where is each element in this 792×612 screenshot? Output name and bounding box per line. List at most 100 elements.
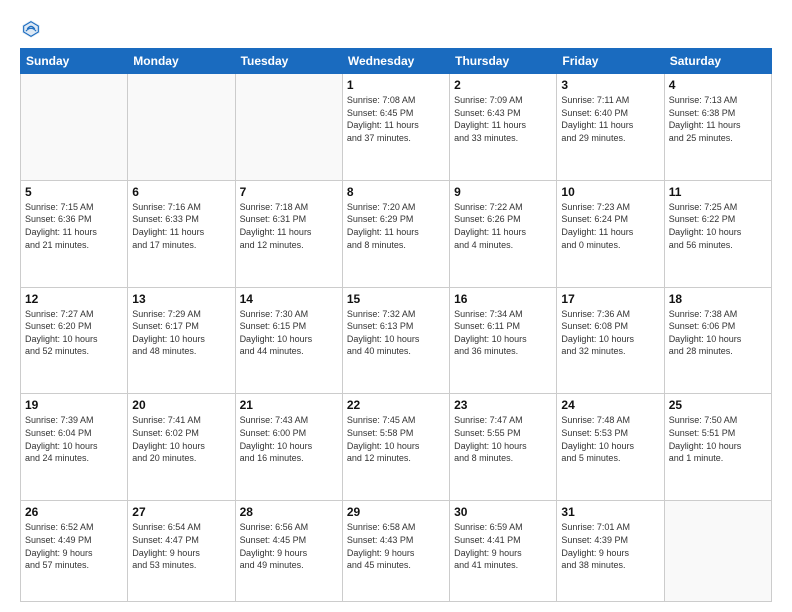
- day-number: 29: [347, 505, 445, 519]
- calendar-cell: 21 Sunrise: 7:43 AM Sunset: 6:00 PM Dayli…: [235, 394, 342, 501]
- calendar-cell: [235, 74, 342, 181]
- day-number: 1: [347, 78, 445, 92]
- day-info: Sunrise: 6:59 AM Sunset: 4:41 PM Dayligh…: [454, 521, 552, 571]
- calendar-cell: 18 Sunrise: 7:38 AM Sunset: 6:06 PM Dayli…: [664, 287, 771, 394]
- day-info: Sunrise: 7:47 AM Sunset: 5:55 PM Dayligh…: [454, 414, 552, 464]
- calendar-cell: [21, 74, 128, 181]
- calendar-table: SundayMondayTuesdayWednesdayThursdayFrid…: [20, 48, 772, 602]
- day-number: 10: [561, 185, 659, 199]
- day-number: 14: [240, 292, 338, 306]
- day-info: Sunrise: 7:43 AM Sunset: 6:00 PM Dayligh…: [240, 414, 338, 464]
- calendar-cell: 14 Sunrise: 7:30 AM Sunset: 6:15 PM Dayli…: [235, 287, 342, 394]
- day-info: Sunrise: 7:09 AM Sunset: 6:43 PM Dayligh…: [454, 94, 552, 144]
- weekday-header-row: SundayMondayTuesdayWednesdayThursdayFrid…: [21, 49, 772, 74]
- day-info: Sunrise: 7:16 AM Sunset: 6:33 PM Dayligh…: [132, 201, 230, 251]
- calendar-cell: 26 Sunrise: 6:52 AM Sunset: 4:49 PM Dayli…: [21, 501, 128, 602]
- calendar-cell: 31 Sunrise: 7:01 AM Sunset: 4:39 PM Dayli…: [557, 501, 664, 602]
- day-info: Sunrise: 6:58 AM Sunset: 4:43 PM Dayligh…: [347, 521, 445, 571]
- calendar-cell: 29 Sunrise: 6:58 AM Sunset: 4:43 PM Dayli…: [342, 501, 449, 602]
- day-number: 21: [240, 398, 338, 412]
- weekday-header-thursday: Thursday: [450, 49, 557, 74]
- calendar-cell: 4 Sunrise: 7:13 AM Sunset: 6:38 PM Daylig…: [664, 74, 771, 181]
- day-info: Sunrise: 7:22 AM Sunset: 6:26 PM Dayligh…: [454, 201, 552, 251]
- calendar-cell: 3 Sunrise: 7:11 AM Sunset: 6:40 PM Daylig…: [557, 74, 664, 181]
- weekday-header-wednesday: Wednesday: [342, 49, 449, 74]
- day-number: 17: [561, 292, 659, 306]
- day-info: Sunrise: 6:52 AM Sunset: 4:49 PM Dayligh…: [25, 521, 123, 571]
- day-number: 31: [561, 505, 659, 519]
- weekday-header-tuesday: Tuesday: [235, 49, 342, 74]
- day-number: 2: [454, 78, 552, 92]
- calendar-cell: 30 Sunrise: 6:59 AM Sunset: 4:41 PM Dayli…: [450, 501, 557, 602]
- day-number: 16: [454, 292, 552, 306]
- calendar-cell: 6 Sunrise: 7:16 AM Sunset: 6:33 PM Daylig…: [128, 180, 235, 287]
- header: [20, 18, 772, 40]
- calendar-cell: [664, 501, 771, 602]
- calendar-week-5: 26 Sunrise: 6:52 AM Sunset: 4:49 PM Dayli…: [21, 501, 772, 602]
- day-info: Sunrise: 7:48 AM Sunset: 5:53 PM Dayligh…: [561, 414, 659, 464]
- day-info: Sunrise: 7:11 AM Sunset: 6:40 PM Dayligh…: [561, 94, 659, 144]
- calendar-cell: 17Sunrise: 7:36 AM Sunset: 6:08 PM Dayli…: [557, 287, 664, 394]
- calendar-cell: 16 Sunrise: 7:34 AM Sunset: 6:11 PM Dayli…: [450, 287, 557, 394]
- calendar-cell: 10 Sunrise: 7:23 AM Sunset: 6:24 PM Dayli…: [557, 180, 664, 287]
- day-number: 6: [132, 185, 230, 199]
- calendar-cell: 7Sunrise: 7:18 AM Sunset: 6:31 PM Daylig…: [235, 180, 342, 287]
- calendar-cell: 27 Sunrise: 6:54 AM Sunset: 4:47 PM Dayli…: [128, 501, 235, 602]
- logo-icon: [20, 18, 42, 40]
- day-number: 4: [669, 78, 767, 92]
- day-number: 26: [25, 505, 123, 519]
- day-number: 25: [669, 398, 767, 412]
- day-number: 15: [347, 292, 445, 306]
- calendar-cell: 5Sunrise: 7:15 AM Sunset: 6:36 PM Daylig…: [21, 180, 128, 287]
- day-info: Sunrise: 7:08 AM Sunset: 6:45 PM Dayligh…: [347, 94, 445, 144]
- calendar-cell: 20 Sunrise: 7:41 AM Sunset: 6:02 PM Dayli…: [128, 394, 235, 501]
- calendar-cell: 1 Sunrise: 7:08 AM Sunset: 6:45 PM Daylig…: [342, 74, 449, 181]
- day-number: 13: [132, 292, 230, 306]
- day-info: Sunrise: 7:23 AM Sunset: 6:24 PM Dayligh…: [561, 201, 659, 251]
- day-info: Sunrise: 7:41 AM Sunset: 6:02 PM Dayligh…: [132, 414, 230, 464]
- day-number: 9: [454, 185, 552, 199]
- calendar-cell: 8 Sunrise: 7:20 AM Sunset: 6:29 PM Daylig…: [342, 180, 449, 287]
- day-info: Sunrise: 6:54 AM Sunset: 4:47 PM Dayligh…: [132, 521, 230, 571]
- day-number: 22: [347, 398, 445, 412]
- calendar-cell: 28Sunrise: 6:56 AM Sunset: 4:45 PM Dayli…: [235, 501, 342, 602]
- calendar-cell: 22 Sunrise: 7:45 AM Sunset: 5:58 PM Dayli…: [342, 394, 449, 501]
- calendar-cell: 9 Sunrise: 7:22 AM Sunset: 6:26 PM Daylig…: [450, 180, 557, 287]
- day-info: Sunrise: 7:34 AM Sunset: 6:11 PM Dayligh…: [454, 308, 552, 358]
- day-number: 12: [25, 292, 123, 306]
- day-info: Sunrise: 6:56 AM Sunset: 4:45 PM Dayligh…: [240, 521, 338, 571]
- day-number: 8: [347, 185, 445, 199]
- day-number: 11: [669, 185, 767, 199]
- day-number: 19: [25, 398, 123, 412]
- calendar-cell: 23 Sunrise: 7:47 AM Sunset: 5:55 PM Dayli…: [450, 394, 557, 501]
- day-info: Sunrise: 7:32 AM Sunset: 6:13 PM Dayligh…: [347, 308, 445, 358]
- day-info: Sunrise: 7:50 AM Sunset: 5:51 PM Dayligh…: [669, 414, 767, 464]
- calendar-cell: 11 Sunrise: 7:25 AM Sunset: 6:22 PM Dayli…: [664, 180, 771, 287]
- calendar-week-2: 5Sunrise: 7:15 AM Sunset: 6:36 PM Daylig…: [21, 180, 772, 287]
- calendar-cell: 13 Sunrise: 7:29 AM Sunset: 6:17 PM Dayli…: [128, 287, 235, 394]
- calendar-cell: 2 Sunrise: 7:09 AM Sunset: 6:43 PM Daylig…: [450, 74, 557, 181]
- day-info: Sunrise: 7:38 AM Sunset: 6:06 PM Dayligh…: [669, 308, 767, 358]
- day-number: 30: [454, 505, 552, 519]
- day-info: Sunrise: 7:13 AM Sunset: 6:38 PM Dayligh…: [669, 94, 767, 144]
- day-number: 27: [132, 505, 230, 519]
- day-info: Sunrise: 7:27 AM Sunset: 6:20 PM Dayligh…: [25, 308, 123, 358]
- calendar-cell: 19Sunrise: 7:39 AM Sunset: 6:04 PM Dayli…: [21, 394, 128, 501]
- calendar-week-1: 1 Sunrise: 7:08 AM Sunset: 6:45 PM Daylig…: [21, 74, 772, 181]
- day-number: 18: [669, 292, 767, 306]
- day-info: Sunrise: 7:01 AM Sunset: 4:39 PM Dayligh…: [561, 521, 659, 571]
- day-number: 3: [561, 78, 659, 92]
- day-number: 23: [454, 398, 552, 412]
- calendar-cell: 15 Sunrise: 7:32 AM Sunset: 6:13 PM Dayli…: [342, 287, 449, 394]
- calendar-cell: 12 Sunrise: 7:27 AM Sunset: 6:20 PM Dayli…: [21, 287, 128, 394]
- day-info: Sunrise: 7:29 AM Sunset: 6:17 PM Dayligh…: [132, 308, 230, 358]
- weekday-header-friday: Friday: [557, 49, 664, 74]
- day-info: Sunrise: 7:30 AM Sunset: 6:15 PM Dayligh…: [240, 308, 338, 358]
- weekday-header-sunday: Sunday: [21, 49, 128, 74]
- page: SundayMondayTuesdayWednesdayThursdayFrid…: [0, 0, 792, 612]
- day-info: Sunrise: 7:25 AM Sunset: 6:22 PM Dayligh…: [669, 201, 767, 251]
- day-number: 20: [132, 398, 230, 412]
- day-number: 7: [240, 185, 338, 199]
- day-info: Sunrise: 7:20 AM Sunset: 6:29 PM Dayligh…: [347, 201, 445, 251]
- day-info: Sunrise: 7:45 AM Sunset: 5:58 PM Dayligh…: [347, 414, 445, 464]
